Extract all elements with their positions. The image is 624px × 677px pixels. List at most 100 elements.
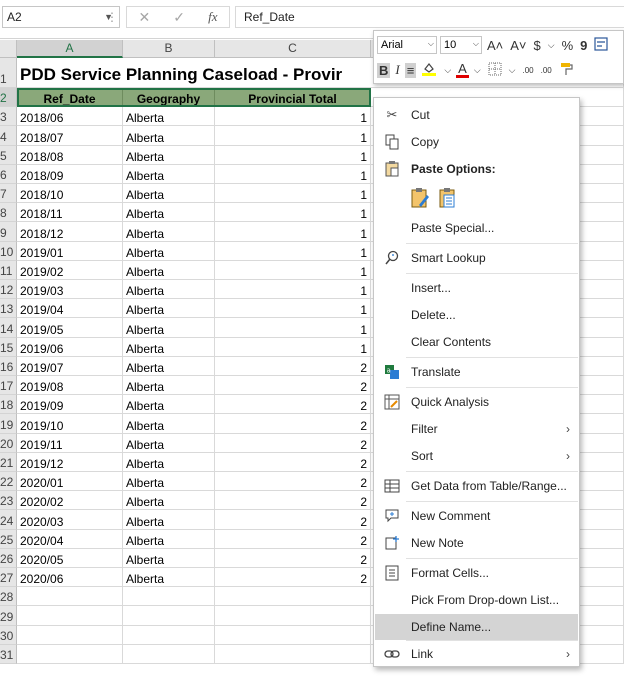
decrease-font-size-button[interactable]: A˅ [508, 38, 528, 53]
table-cell[interactable]: 1 [215, 241, 371, 261]
table-cell[interactable]: 2 [215, 568, 371, 588]
row-header[interactable]: 5 [0, 145, 17, 165]
table-cell[interactable]: 2019/12 [17, 452, 123, 472]
table-cell[interactable]: Alberta [123, 260, 215, 280]
decrease-decimal-button[interactable]: .00 [539, 66, 554, 75]
table-cell[interactable]: 2018/06 [17, 107, 123, 127]
empty-cell[interactable] [17, 625, 123, 645]
table-cell[interactable]: Alberta [123, 280, 215, 300]
row-header[interactable]: 22 [0, 472, 17, 492]
sheet-title[interactable]: PDD Service Planning Caseload - Provir [17, 58, 371, 88]
row-header[interactable]: 12 [0, 280, 17, 300]
paste-formatting-icon[interactable] [411, 187, 431, 209]
table-cell[interactable]: Alberta [123, 222, 215, 242]
row-header[interactable]: 2 [0, 88, 17, 108]
row-header[interactable]: 9 [0, 222, 17, 242]
row-header[interactable]: 26 [0, 548, 17, 568]
table-cell[interactable]: Alberta [123, 356, 215, 376]
menu-item-delete[interactable]: Delete... [375, 302, 578, 328]
empty-cell[interactable] [123, 625, 215, 645]
percent-style-button[interactable]: % [560, 38, 576, 53]
row-header[interactable]: 8 [0, 203, 17, 223]
table-cell[interactable]: Alberta [123, 126, 215, 146]
row-header[interactable]: 20 [0, 433, 17, 453]
table-cell[interactable]: 2 [215, 548, 371, 568]
table-cell[interactable]: 1 [215, 318, 371, 338]
row-header[interactable]: 4 [0, 126, 17, 146]
row-header[interactable]: 28 [0, 587, 17, 607]
table-cell[interactable]: 2018/08 [17, 145, 123, 165]
row-header[interactable]: 10 [0, 241, 17, 261]
table-cell[interactable]: 2 [215, 376, 371, 396]
table-cell[interactable]: Alberta [123, 568, 215, 588]
table-cell[interactable]: 2 [215, 433, 371, 453]
menu-item-insert[interactable]: Insert... [375, 275, 578, 301]
table-cell[interactable]: 2019/02 [17, 260, 123, 280]
table-cell[interactable]: 2019/01 [17, 241, 123, 261]
menu-item-paste-special[interactable]: Paste Special... [375, 215, 578, 241]
name-box[interactable]: A2 ▼ [2, 6, 120, 28]
table-cell[interactable]: 2 [215, 395, 371, 415]
font-color-button[interactable]: A [456, 62, 469, 78]
align-center-icon[interactable]: ≡ [404, 62, 417, 78]
row-header[interactable]: 1 [0, 58, 17, 88]
table-cell[interactable]: 2 [215, 491, 371, 511]
menu-item-link[interactable]: Link › [375, 641, 578, 667]
font-name-select[interactable]: Arial ⌵ [377, 36, 437, 54]
row-header[interactable]: 6 [0, 164, 17, 184]
table-cell[interactable]: 2019/07 [17, 356, 123, 376]
chevron-down-icon[interactable]: ⌵ [507, 65, 518, 76]
row-header[interactable]: 23 [0, 491, 17, 511]
table-cell[interactable]: Alberta [123, 376, 215, 396]
table-cell[interactable]: 2 [215, 414, 371, 434]
table-cell[interactable]: 1 [215, 280, 371, 300]
table-cell[interactable]: 1 [215, 145, 371, 165]
table-cell[interactable]: Alberta [123, 472, 215, 492]
table-cell[interactable]: Alberta [123, 184, 215, 204]
chevron-down-icon[interactable]: ⌵ [546, 40, 557, 51]
menu-item-format-cells[interactable]: Format Cells... [375, 560, 578, 586]
table-cell[interactable]: 2 [215, 472, 371, 492]
increase-decimal-button[interactable]: .00 [520, 66, 535, 75]
table-cell[interactable]: 2019/09 [17, 395, 123, 415]
table-cell[interactable]: Alberta [123, 395, 215, 415]
column-title-cell[interactable]: Geography [123, 88, 215, 108]
table-cell[interactable]: Alberta [123, 164, 215, 184]
menu-item-define-name[interactable]: Define Name... [375, 614, 578, 640]
bold-button[interactable]: B [377, 62, 391, 78]
menu-item-filter[interactable]: Filter › [375, 416, 578, 442]
table-cell[interactable]: Alberta [123, 107, 215, 127]
font-size-select[interactable]: 10 ⌵ [440, 36, 482, 54]
wrap-icon[interactable] [592, 36, 610, 54]
table-cell[interactable]: Alberta [123, 491, 215, 511]
row-header[interactable]: 15 [0, 337, 17, 357]
table-cell[interactable]: 1 [215, 107, 371, 127]
table-cell[interactable]: Alberta [123, 145, 215, 165]
table-cell[interactable]: 2019/04 [17, 299, 123, 319]
comma-style-button[interactable]: 9 [578, 38, 589, 53]
paste-values-icon[interactable] [439, 187, 459, 209]
table-cell[interactable]: Alberta [123, 452, 215, 472]
row-header[interactable]: 19 [0, 414, 17, 434]
menu-item-quick-analysis[interactable]: Quick Analysis [375, 389, 578, 415]
table-cell[interactable]: Alberta [123, 318, 215, 338]
row-header[interactable]: 3 [0, 107, 17, 127]
table-cell[interactable]: Alberta [123, 433, 215, 453]
table-cell[interactable]: 2 [215, 356, 371, 376]
menu-item-get-data[interactable]: Get Data from Table/Range... [375, 473, 578, 499]
chevron-down-icon[interactable]: ⌵ [442, 65, 453, 76]
formula-input[interactable]: Ref_Date [235, 6, 624, 28]
table-cell[interactable]: 2020/05 [17, 548, 123, 568]
table-cell[interactable]: 2 [215, 510, 371, 530]
chevron-down-icon[interactable]: ⌵ [472, 65, 483, 76]
empty-cell[interactable] [215, 606, 371, 626]
table-cell[interactable]: 2018/09 [17, 164, 123, 184]
row-header[interactable]: 14 [0, 318, 17, 338]
table-cell[interactable]: Alberta [123, 414, 215, 434]
table-cell[interactable]: 1 [215, 126, 371, 146]
table-cell[interactable]: 2019/10 [17, 414, 123, 434]
format-painter-icon[interactable] [557, 62, 575, 79]
table-cell[interactable]: 2019/06 [17, 337, 123, 357]
table-cell[interactable]: Alberta [123, 241, 215, 261]
empty-cell[interactable] [123, 587, 215, 607]
